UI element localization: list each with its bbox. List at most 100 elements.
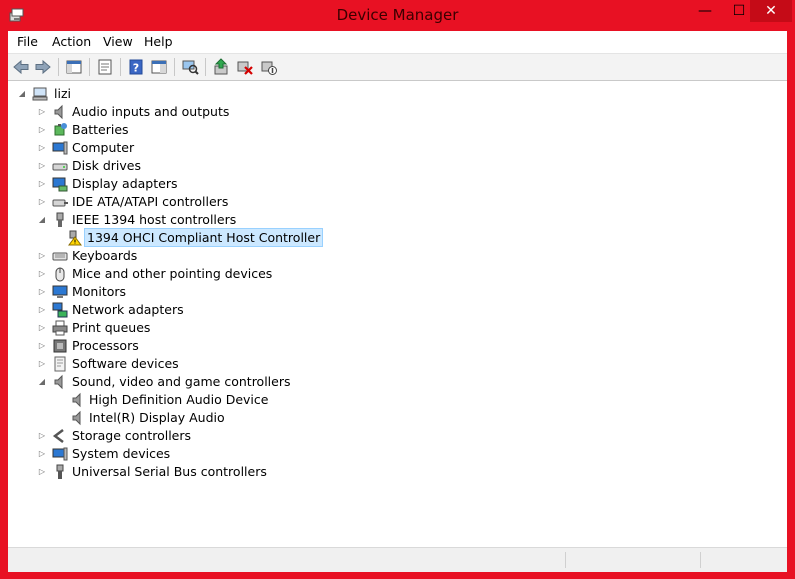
expand-arrow-icon[interactable]: ▷ [36, 175, 48, 193]
network-adapter-icon [52, 302, 68, 318]
tree-category[interactable]: ▷ Network adapters [36, 301, 336, 319]
printer-icon [52, 320, 68, 336]
svg-text:?: ? [133, 62, 139, 75]
tree-device-label: Intel(R) Display Audio [89, 410, 225, 425]
expand-arrow-icon[interactable]: ▷ [36, 157, 48, 175]
tree-category-label: Display adapters [72, 176, 178, 191]
minimize-button[interactable]: — [688, 0, 722, 22]
show-hide-console-tree-icon[interactable] [65, 58, 83, 76]
expand-arrow-icon[interactable]: ▷ [36, 301, 48, 319]
tree-category[interactable]: ▷ System devices [36, 445, 336, 463]
tree-category-label: Sound, video and game controllers [72, 374, 291, 389]
status-pane-divider [565, 552, 566, 568]
properties-icon[interactable] [96, 58, 114, 76]
tree-category[interactable]: ▷ Keyboards [36, 247, 336, 265]
tree-category[interactable]: ▷ Computer [36, 139, 336, 157]
ieee1394-icon [56, 212, 64, 227]
tree-category[interactable]: ◢ IEEE 1394 host controllers [36, 211, 336, 229]
speaker-icon [54, 104, 63, 120]
computer-icon [52, 141, 68, 155]
expand-arrow-icon[interactable]: ▷ [36, 247, 48, 265]
tree-category[interactable]: ▷ Batteries [36, 121, 336, 139]
tree-category-label: Disk drives [72, 158, 141, 173]
tree-device[interactable]: Intel(R) Display Audio [70, 409, 350, 427]
tree-category-label: Batteries [72, 122, 129, 137]
tree-category-label: Print queues [72, 320, 151, 335]
monitor-icon [52, 285, 68, 298]
menu-file[interactable]: File [17, 34, 38, 49]
tree-category[interactable]: ▷ Disk drives [36, 157, 336, 175]
device-tree[interactable]: ◢ lizi ▷ Audio inputs and outputs ▷ Batt… [8, 81, 787, 547]
storage-controller-icon [52, 429, 64, 443]
tree-category[interactable]: ▷ Display adapters [36, 175, 336, 193]
toolbar-separator [174, 58, 175, 76]
tree-category-label: Keyboards [72, 248, 138, 263]
display-adapter-icon [52, 177, 68, 192]
processor-icon [53, 339, 67, 353]
tree-category[interactable]: ▷ Processors [36, 337, 336, 355]
toolbar-separator [120, 58, 121, 76]
tree-root-label: lizi [54, 86, 71, 101]
expand-arrow-icon[interactable]: ▷ [36, 265, 48, 283]
tree-device[interactable]: High Definition Audio Device [70, 391, 350, 409]
tree-category[interactable]: ▷ Software devices [36, 355, 336, 373]
tree-root[interactable]: ◢ lizi [16, 85, 316, 103]
tree-category-label: Computer [72, 140, 135, 155]
disable-device-icon[interactable] [260, 58, 278, 76]
collapse-arrow-icon[interactable]: ◢ [36, 373, 48, 391]
tree-category[interactable]: ▷ Monitors [36, 283, 336, 301]
expand-arrow-icon[interactable]: ▷ [36, 355, 48, 373]
update-driver-icon[interactable] [212, 58, 230, 76]
device-manager-window: Device Manager — ☐ ✕ File Action View He… [0, 0, 795, 579]
tree-category-label: Processors [72, 338, 139, 353]
menu-help[interactable]: Help [144, 34, 173, 49]
tree-category[interactable]: ◢ Sound, video and game controllers [36, 373, 336, 391]
speaker-icon [54, 374, 63, 390]
tree-category-label: IEEE 1394 host controllers [72, 212, 237, 227]
warning-device-icon [68, 230, 82, 246]
menu-view[interactable]: View [103, 34, 133, 49]
scan-hardware-icon[interactable] [181, 58, 199, 76]
menu-action[interactable]: Action [52, 34, 91, 49]
tree-device[interactable]: 1394 OHCI Compliant Host Controller [66, 228, 346, 247]
tree-category[interactable]: ▷ Universal Serial Bus controllers [36, 463, 336, 481]
client-area: File Action View Help ? ◢ lizi ▷ Audio i… [8, 31, 787, 572]
toolbar: ? [8, 54, 787, 81]
tree-device-label: High Definition Audio Device [89, 392, 269, 407]
expand-arrow-icon[interactable]: ▷ [36, 121, 48, 139]
action-pane-icon[interactable] [150, 58, 168, 76]
speaker-icon [72, 392, 81, 408]
expand-arrow-icon[interactable]: ▷ [36, 319, 48, 337]
expand-arrow-icon[interactable]: ▷ [36, 463, 48, 481]
expand-arrow-icon[interactable]: ▷ [36, 283, 48, 301]
tree-category[interactable]: ▷ Print queues [36, 319, 336, 337]
expand-arrow-icon[interactable]: ▷ [36, 139, 48, 157]
expand-arrow-icon[interactable]: ▷ [36, 337, 48, 355]
tree-category[interactable]: ▷ IDE ATA/ATAPI controllers [36, 193, 336, 211]
tree-category[interactable]: ▷ Audio inputs and outputs [36, 103, 336, 121]
status-pane-divider [700, 552, 701, 568]
forward-arrow-icon[interactable] [34, 58, 52, 76]
ide-controller-icon [52, 199, 68, 207]
collapse-arrow-icon[interactable]: ◢ [36, 211, 48, 229]
window-title: Device Manager [336, 6, 459, 24]
toolbar-separator [89, 58, 90, 76]
back-arrow-icon[interactable] [12, 58, 30, 76]
toolbar-separator [205, 58, 206, 76]
tree-category-label: Mice and other pointing devices [72, 266, 273, 281]
tree-category-label: Network adapters [72, 302, 184, 317]
help-icon[interactable]: ? [127, 58, 145, 76]
expand-arrow-icon[interactable]: ▷ [36, 103, 48, 121]
tree-device-label-selected: 1394 OHCI Compliant Host Controller [84, 228, 324, 247]
expand-arrow-icon[interactable]: ▷ [36, 193, 48, 211]
expand-arrow-icon[interactable]: ▷ [36, 445, 48, 463]
title-bar[interactable]: Device Manager — ☐ ✕ [0, 0, 795, 31]
expand-arrow-icon[interactable]: ▷ [36, 427, 48, 445]
tree-category[interactable]: ▷ Mice and other pointing devices [36, 265, 336, 283]
uninstall-device-icon[interactable] [236, 58, 254, 76]
tree-category-label: Audio inputs and outputs [72, 104, 230, 119]
software-device-icon [54, 356, 66, 372]
close-button[interactable]: ✕ [750, 0, 792, 22]
collapse-arrow-icon[interactable]: ◢ [16, 85, 28, 103]
tree-category[interactable]: ▷ Storage controllers [36, 427, 336, 445]
